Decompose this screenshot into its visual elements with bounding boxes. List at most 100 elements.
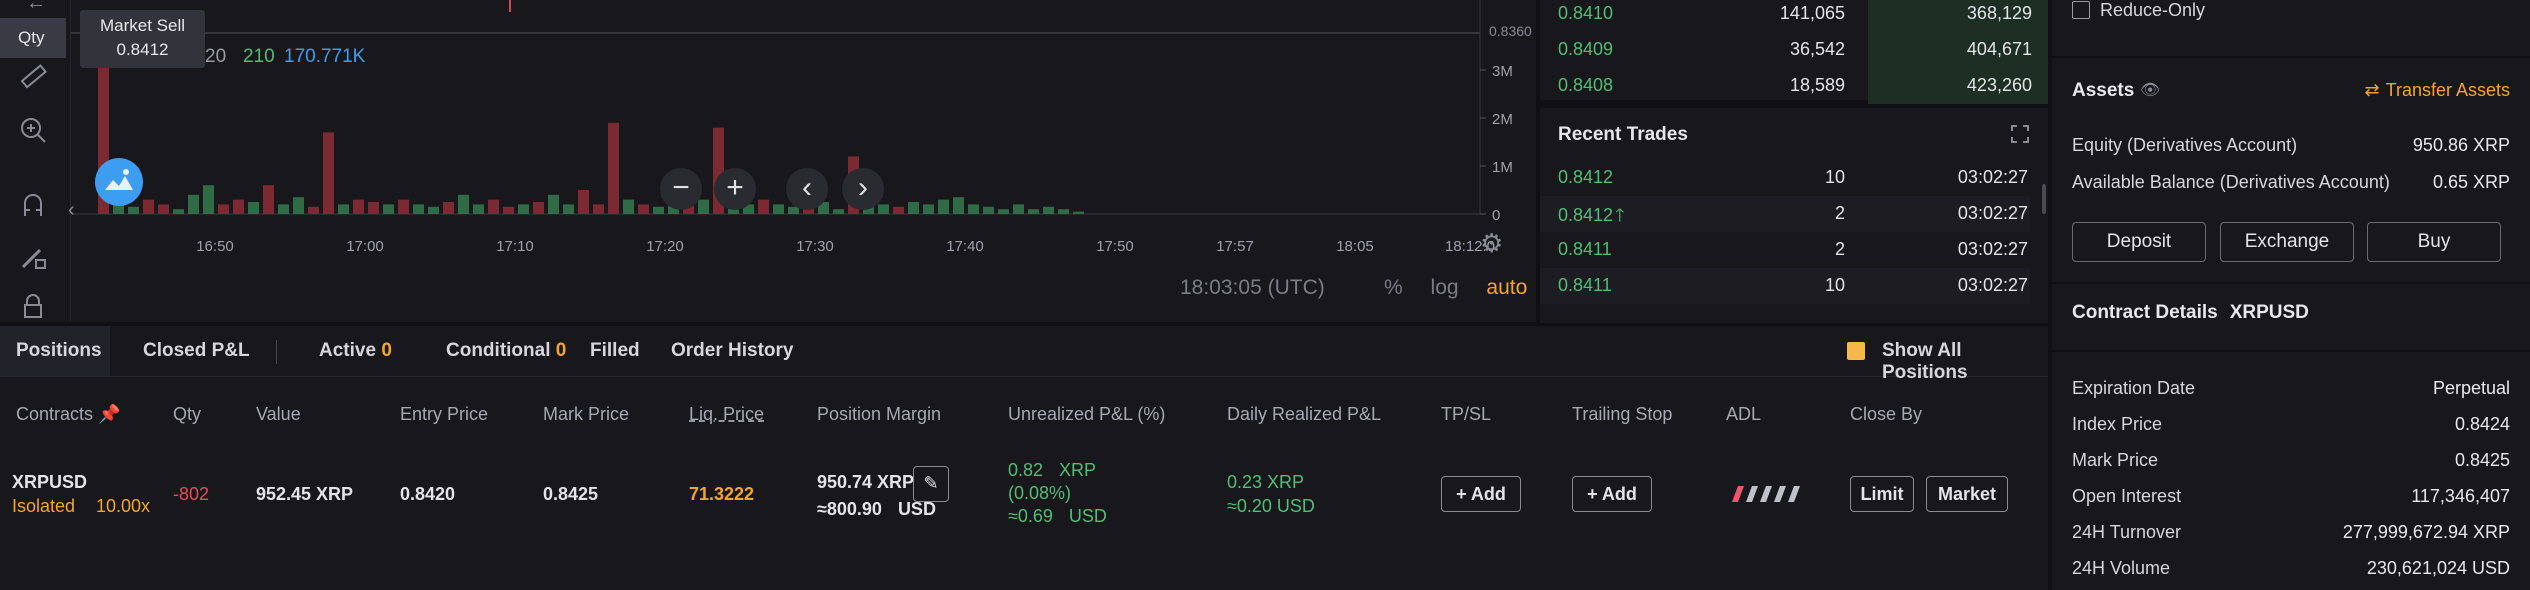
transfer-assets-link[interactable]: ⇄ Transfer Assets <box>2365 80 2510 101</box>
daily-realized-pnl-usd: ≈0.20 USD <box>1227 496 1315 516</box>
show-all-positions-label: Show All Positions <box>1882 340 1968 383</box>
detail-value: 0.8425 <box>2454 450 2510 470</box>
col-liq-price[interactable]: Liq. Price <box>689 404 764 425</box>
orderbook-row[interactable]: 0.8408 18,589 423,260 <box>1540 68 2048 104</box>
orderbook-row[interactable]: 0.8409 36,542 404,671 <box>1540 32 2048 68</box>
chart-overlay-logo-icon[interactable] <box>95 158 143 206</box>
scroll-right-button[interactable]: › <box>842 168 884 210</box>
expand-icon[interactable] <box>2010 124 2030 144</box>
volume-bar <box>1028 209 1039 214</box>
auto-scale-toggle[interactable]: auto <box>1486 276 1527 299</box>
volume-bar <box>578 190 589 214</box>
chart-time-display: 18:03:05 (UTC) <box>1180 276 1325 299</box>
detail-value: 0.8424 <box>2454 414 2510 434</box>
volume-bar <box>353 199 364 214</box>
volume-bar <box>188 194 199 214</box>
pencil-lock-icon[interactable] <box>16 242 50 276</box>
eye-icon[interactable]: 👁 <box>2140 80 2160 100</box>
position-leverage[interactable]: 10.00x <box>96 496 150 517</box>
position-qty: -802 <box>173 484 210 504</box>
reduce-only-label: Reduce-Only <box>2100 0 2206 20</box>
position-margin-xrp: 950.74 XRP <box>817 472 915 492</box>
detail-label: 24H Volume <box>2072 558 2171 578</box>
exchange-button[interactable]: Exchange <box>2220 222 2354 262</box>
trade-qty: 10 <box>1824 275 1845 295</box>
position-mark-price: 0.8425 <box>543 484 599 504</box>
plus-icon: + <box>1456 484 1467 504</box>
recent-trades-panel: Recent Trades 0.8412 10 03:02:27 0.8412 🡑… <box>1540 108 2048 323</box>
volume-bar <box>608 122 619 214</box>
x-tick-label: 17:40 <box>946 238 984 255</box>
zoom-in-icon[interactable] <box>16 115 50 149</box>
market-sell-tooltip: Market Sell 0.8412 <box>80 10 205 68</box>
detail-label: 24H Turnover <box>2072 522 2182 542</box>
divider <box>2052 56 2530 58</box>
trade-qty: 10 <box>1824 167 1845 187</box>
chart-settings-gear-icon[interactable]: ⚙ <box>1480 228 1503 259</box>
tab-filled[interactable]: Filled <box>590 340 640 362</box>
pin-icon[interactable]: 📌 <box>98 404 120 424</box>
y-tick-label: 1M <box>1492 159 1513 176</box>
volume-bar <box>1013 204 1024 214</box>
tab-active[interactable]: Active 0 <box>319 340 392 362</box>
volume-bar <box>368 202 379 214</box>
volume-bar <box>653 206 664 214</box>
tab-positions[interactable]: Positions <box>16 340 102 362</box>
deposit-button[interactable]: Deposit <box>2072 222 2206 262</box>
qty-tag: Qty <box>0 18 66 58</box>
trade-row: 0.8411 10 03:02:27 <box>1540 268 2030 304</box>
volume-bar <box>173 209 184 214</box>
close-by-limit-button[interactable]: Limit <box>1850 476 1914 512</box>
trade-time: 03:02:27 <box>1957 167 2028 187</box>
y-tick-label: 3M <box>1492 63 1513 80</box>
volume-bar <box>698 199 709 214</box>
orderbook-qty: 18,589 <box>1789 75 1845 95</box>
volume-bar <box>518 204 529 214</box>
y-tick-label: 0 <box>1492 207 1500 224</box>
zoom-out-button[interactable]: − <box>660 168 702 210</box>
tab-closed-pnl[interactable]: Closed P&L <box>143 340 250 362</box>
orderbook-qty: 36,542 <box>1789 39 1845 59</box>
volume-bar <box>923 204 934 214</box>
lock-icon[interactable] <box>16 292 50 320</box>
show-all-positions-checkbox[interactable] <box>1847 342 1865 360</box>
zoom-in-button[interactable]: + <box>714 168 756 210</box>
reduce-only-checkbox[interactable] <box>2072 1 2090 19</box>
volume-bar <box>413 204 424 214</box>
trade-row: 0.8412 🡑 2 03:02:27 <box>1540 196 2030 232</box>
volume-bar <box>833 209 844 214</box>
volume-bar <box>938 199 949 214</box>
price-chart-panel[interactable]: 0.8360 3M 2M 1M 0 16:50 17:00 17:10 17:20 17:30 17… <box>0 0 1536 322</box>
detail-value: 117,346,407 <box>2411 486 2510 506</box>
percent-scale-toggle[interactable]: % <box>1384 276 1403 299</box>
add-trailing-stop-button[interactable]: + Add <box>1572 476 1652 512</box>
trades-scrollbar[interactable] <box>2042 184 2046 214</box>
trade-row: 0.8411 2 03:02:27 <box>1540 232 2030 268</box>
divider <box>2052 350 2530 352</box>
orderbook-total: 368,129 <box>1966 3 2032 23</box>
x-tick-label: 17:30 <box>796 238 834 255</box>
add-tpsl-button[interactable]: + Add <box>1441 476 1521 512</box>
scroll-left-button[interactable]: ‹ <box>786 168 828 210</box>
col-qty: Qty <box>173 404 202 424</box>
detail-value: Perpetual <box>2432 378 2510 398</box>
edit-margin-pencil-icon[interactable]: ✎ <box>913 466 949 502</box>
tab-order-history[interactable]: Order History <box>671 340 793 362</box>
back-arrow-icon[interactable]: ← <box>26 0 48 13</box>
volume-bar <box>128 206 139 214</box>
collapse-toolbar-icon[interactable]: ‹ <box>68 199 75 222</box>
orderbook-row[interactable]: 0.8410 141,065 368,129 <box>1540 0 2048 32</box>
volume-bar <box>443 202 454 214</box>
log-scale-toggle[interactable]: log <box>1431 276 1459 299</box>
close-by-market-button[interactable]: Market <box>1926 476 2008 512</box>
orderbook-total: 423,260 <box>1966 75 2032 95</box>
tab-conditional[interactable]: Conditional 0 <box>446 340 566 362</box>
magnet-icon[interactable] <box>16 190 50 224</box>
volume-bar <box>893 206 904 214</box>
account-sidebar: Reduce-Only Assets 👁 ⇄ Transfer Assets Eq… <box>2052 0 2530 590</box>
volume-bar <box>533 202 544 214</box>
ruler-icon[interactable] <box>16 62 50 96</box>
volume-bar <box>278 204 289 214</box>
x-tick-label: 17:00 <box>346 238 384 255</box>
buy-button[interactable]: Buy <box>2367 222 2501 262</box>
